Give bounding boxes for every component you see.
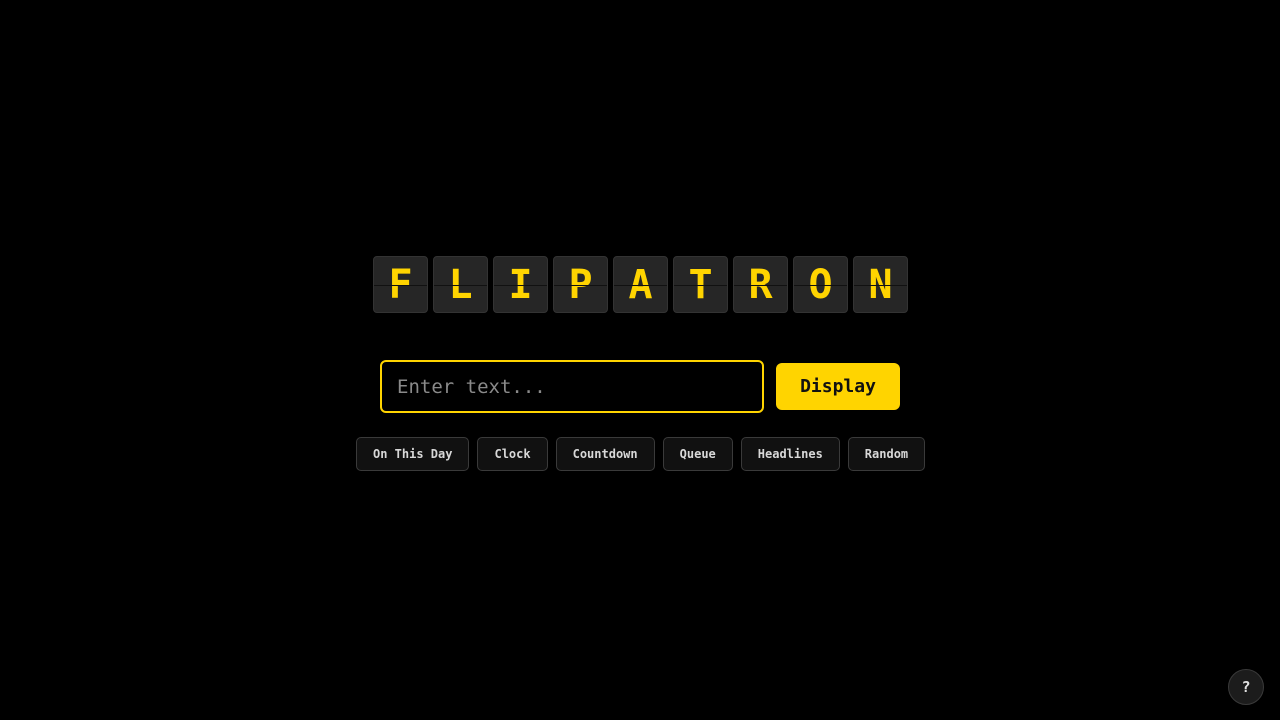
flap-tile: F (373, 256, 428, 313)
flap-tile: R (733, 256, 788, 313)
preset-random-button[interactable]: Random (847, 437, 926, 471)
flap-tile: I (493, 256, 548, 313)
input-row: Display (380, 360, 900, 413)
help-icon: ? (1241, 678, 1251, 696)
display-button[interactable]: Display (776, 363, 900, 410)
flap-tile: A (613, 256, 668, 313)
preset-queue-button[interactable]: Queue (662, 437, 733, 471)
preset-countdown-button[interactable]: Countdown (555, 437, 655, 471)
preset-headlines-button[interactable]: Headlines (740, 437, 840, 471)
preset-clock-button[interactable]: Clock (477, 437, 548, 471)
help-button[interactable]: ? (1228, 669, 1264, 705)
flap-tile: P (553, 256, 608, 313)
text-input[interactable] (380, 360, 764, 413)
flap-tile: L (433, 256, 488, 313)
preset-on-this-day-button[interactable]: On This Day (356, 437, 470, 471)
flap-tile: T (673, 256, 728, 313)
flipatron-page: F L I P A T R O N Display On This Day Cl… (0, 0, 1280, 720)
flap-tile: N (853, 256, 908, 313)
flap-tile: O (793, 256, 848, 313)
preset-buttons: On This Day Clock Countdown Queue Headli… (356, 437, 926, 471)
split-flap-board: F L I P A T R O N (373, 256, 908, 313)
